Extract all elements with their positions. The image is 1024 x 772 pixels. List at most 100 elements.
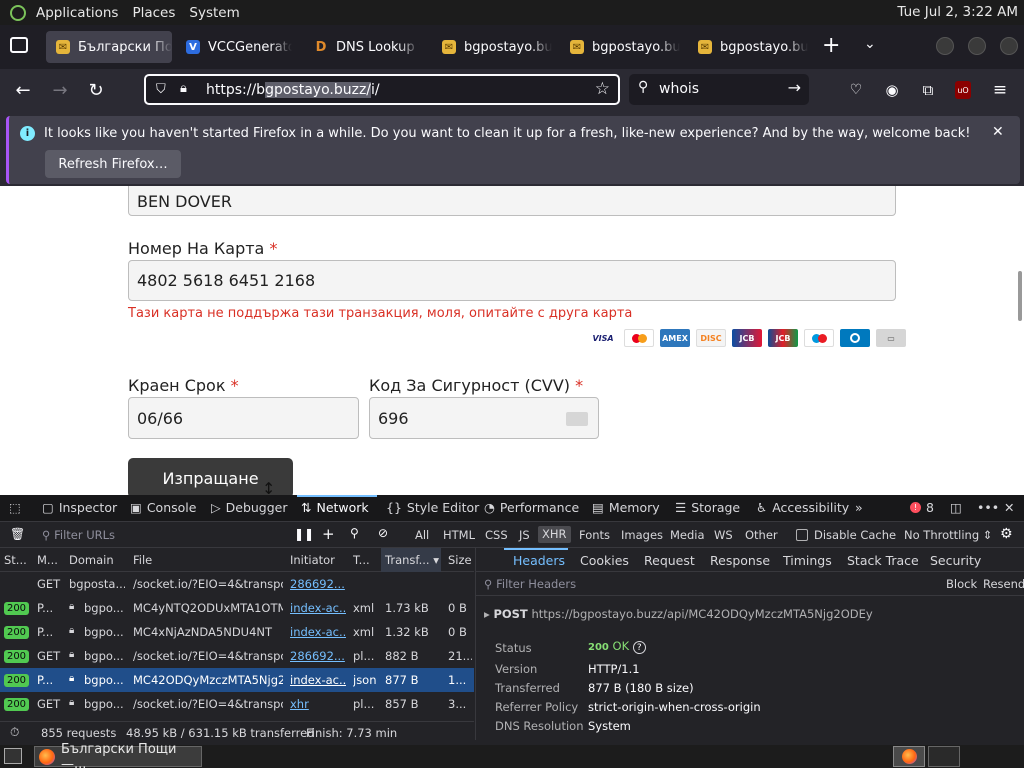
search-input[interactable]: whois (659, 81, 699, 97)
request-initiator[interactable]: index-ac... (290, 601, 346, 615)
tab-inspector[interactable]: ▢ Inspector (42, 500, 117, 515)
type-xhr[interactable]: XHR (538, 526, 571, 543)
back-arrow-icon[interactable]: ← (10, 77, 36, 103)
block-button[interactable]: Block (946, 577, 977, 591)
search-bar[interactable]: ⚲ whois → (629, 74, 809, 105)
tab-debugger[interactable]: ▷ Debugger (211, 500, 288, 515)
workspace-switcher[interactable] (893, 746, 925, 767)
workspace-2[interactable] (928, 746, 960, 767)
request-summary[interactable]: ▸ POST https://bgpostayo.buzz/api/MC42OD… (484, 607, 873, 621)
details-tab-headers[interactable]: Headers (513, 553, 565, 568)
page-scrollbar[interactable] (1018, 271, 1022, 321)
tab-storage[interactable]: ☰ Storage (675, 500, 740, 515)
table-row[interactable]: 200 GET bgpo... /socket.io/?EIO=4&transport… (0, 692, 474, 716)
clear-requests-trash-icon[interactable]: 🗑︎ (10, 527, 25, 541)
type-other[interactable]: Other (745, 528, 778, 542)
extensions-puzzle-icon[interactable]: ⧉ (915, 77, 941, 103)
filter-urls-input[interactable]: ⚲ Filter URLs (42, 528, 115, 542)
col-status[interactable]: St... (4, 553, 30, 567)
col-type[interactable]: T... (353, 553, 377, 567)
pocket-icon[interactable]: ♡ (843, 77, 869, 103)
window-minimize-icon[interactable] (936, 37, 954, 55)
table-row[interactable]: 200 P... bgpo... MC42ODQyMzczMTA5Njg2OD inde… (0, 668, 474, 692)
close-devtools-icon[interactable]: ✕ (1004, 500, 1014, 515)
pick-element-icon[interactable]: ⬚ (9, 500, 21, 515)
list-all-tabs-chevron-icon[interactable]: ⌄ (864, 36, 876, 52)
tab-style-editor[interactable]: {} Style Editor (386, 500, 479, 515)
dock-side-icon[interactable]: ◫ (950, 500, 962, 515)
add-plus-icon[interactable]: + (322, 525, 335, 543)
refresh-firefox-button[interactable]: Refresh Firefox… (45, 150, 181, 178)
tab-bgpostayo-2[interactable]: ✉ bgpostayo.buzz (432, 31, 552, 63)
type-all[interactable]: All (415, 528, 429, 542)
request-initiator[interactable]: index-ac... (290, 673, 346, 687)
pause-icon[interactable]: ❚❚ (294, 527, 314, 541)
block-requests-icon[interactable]: ⊘ (378, 526, 388, 540)
request-initiator[interactable]: xhr (290, 697, 346, 711)
window-maximize-icon[interactable] (968, 37, 986, 55)
type-html[interactable]: HTML (443, 528, 475, 542)
type-ws[interactable]: WS (714, 528, 733, 542)
taskbar-firefox-window[interactable]: Български Пощи —... (34, 742, 202, 772)
type-fonts[interactable]: Fonts (579, 528, 610, 542)
table-row[interactable]: 200 P... bgpo... MC4yNTQ2ODUxMTA1OTMzM index… (0, 596, 474, 620)
request-initiator[interactable]: 286692... (290, 577, 346, 591)
tab-memory[interactable]: ▤ Memory (592, 500, 660, 515)
cvv-field[interactable]: 696 (369, 397, 599, 439)
throttling-select[interactable]: No Throttling ⇕ (904, 528, 992, 542)
details-tab-request[interactable]: Request (644, 553, 695, 568)
lock-icon[interactable]: 🔒︎ (180, 81, 187, 96)
col-method[interactable]: M... (37, 553, 61, 567)
request-initiator[interactable]: 286692... (290, 649, 346, 663)
forward-arrow-icon[interactable]: → (47, 77, 73, 103)
performance-analysis-icon[interactable]: ⏱ (10, 725, 19, 740)
hamburger-menu-icon[interactable]: ≡ (987, 77, 1013, 103)
table-row[interactable]: 200 P... bgpo... MC4xNjAzNDA5NDU4NT index-ac… (0, 620, 474, 644)
bookmark-star-icon[interactable]: ☆ (595, 79, 610, 99)
window-close-icon[interactable] (1000, 37, 1018, 55)
clock[interactable]: Tue Jul 2, 3:22 AM (897, 4, 1018, 20)
tab-console[interactable]: ▣ Console (130, 500, 196, 515)
details-tab-stack-trace[interactable]: Stack Trace (847, 553, 919, 568)
ublock-origin-icon[interactable]: uO (955, 81, 971, 99)
url-bar[interactable]: ⛉ 🔒︎ https://bgpostayo.buzz/i/ ☆ (144, 74, 620, 105)
resend-button[interactable]: Resend (983, 577, 1024, 591)
menu-system[interactable]: System (189, 5, 239, 21)
type-media[interactable]: Media (670, 528, 705, 542)
tab-network[interactable]: ⇅ Network (301, 500, 369, 515)
col-file[interactable]: File (133, 553, 283, 567)
card-number-field[interactable]: 4802 5618 6451 2168 (128, 260, 896, 301)
details-tab-security[interactable]: Security (930, 553, 981, 568)
new-tab-plus-icon[interactable]: + (822, 33, 840, 58)
network-settings-gear-icon[interactable]: ⚙ (1000, 526, 1013, 542)
expiry-field[interactable]: 06/66 (128, 397, 359, 439)
col-transferred[interactable]: Transf... ▾ (381, 548, 441, 572)
filter-headers-input[interactable]: ⚲ Filter Headers (484, 577, 576, 591)
col-domain[interactable]: Domain (69, 553, 125, 567)
type-css[interactable]: CSS (485, 528, 508, 542)
more-tabs-chevron-icon[interactable]: » (855, 500, 863, 515)
url-text[interactable]: https://bgpostayo.buzz/i/ (206, 82, 380, 98)
name-field[interactable]: BEN DOVER (128, 186, 896, 216)
close-notification-icon[interactable]: ✕ (992, 124, 1004, 140)
table-row[interactable]: GET bgposta... /socket.io/?EIO=4&transport… (0, 572, 474, 596)
tab-vccgenerator[interactable]: V VCCGenerator (176, 31, 292, 63)
type-images[interactable]: Images (621, 528, 663, 542)
type-js[interactable]: JS (519, 528, 530, 542)
devtools-menu-icon[interactable]: ••• (977, 500, 999, 515)
col-size[interactable]: Size (448, 553, 472, 567)
error-count-badge[interactable]: ! 8 (910, 500, 934, 515)
menu-places[interactable]: Places (132, 5, 175, 21)
tab-bgpostayo-3[interactable]: ✉ bgpostayo.buzz (560, 31, 680, 63)
account-icon[interactable]: ◉ (879, 77, 905, 103)
tab-bgpostayo-4[interactable]: ✉ bgpostayo.buzz (688, 31, 808, 63)
table-row[interactable]: 200 GET bgpo... /socket.io/?EIO=4&transport… (0, 644, 474, 668)
tab-dns-lookup[interactable]: D DNS Lookup fo (304, 31, 420, 63)
tab-performance[interactable]: ◔ Performance (484, 500, 579, 515)
distro-logo-icon[interactable] (10, 4, 26, 21)
search-icon[interactable]: ⚲ (350, 526, 359, 540)
tab-bgpostayo-active[interactable]: ✉ Български Пощ (46, 31, 172, 63)
shield-icon[interactable]: ⛉ (156, 82, 166, 97)
col-initiator[interactable]: Initiator (290, 553, 346, 567)
show-desktop-icon[interactable] (4, 748, 22, 764)
